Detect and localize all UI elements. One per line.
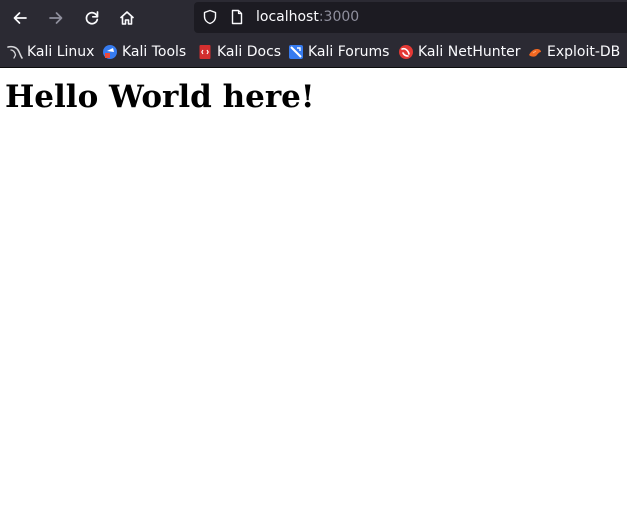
url-text[interactable]: localhost:3000 bbox=[256, 8, 359, 26]
bookmark-kali-linux[interactable]: Kali Linux bbox=[7, 42, 94, 62]
reload-icon bbox=[85, 11, 99, 25]
forward-button[interactable] bbox=[43, 5, 69, 31]
bookmark-label: Kali Linux bbox=[27, 44, 95, 60]
arrow-left-icon bbox=[13, 12, 27, 24]
exploit-db-icon bbox=[527, 44, 543, 60]
bookmark-label: Exploit-DB bbox=[547, 44, 621, 60]
bookmark-kali-docs[interactable]: Kali Docs bbox=[197, 42, 281, 62]
bookmark-kali-forums[interactable]: Kali Forums bbox=[288, 42, 389, 62]
kali-docs-icon bbox=[197, 44, 213, 60]
kali-nethunter-icon bbox=[398, 44, 414, 60]
url-bar[interactable]: localhost:3000 bbox=[194, 2, 627, 33]
bookmark-kali-nethunter[interactable]: Kali NetHunter bbox=[398, 42, 520, 62]
reload-button[interactable] bbox=[79, 5, 105, 31]
home-button[interactable] bbox=[114, 5, 140, 31]
back-button[interactable] bbox=[7, 5, 33, 31]
document-icon[interactable] bbox=[229, 9, 245, 25]
url-host: localhost bbox=[256, 9, 319, 25]
browser-window: localhost:3000 Kali Linux Kali Tools Kal… bbox=[0, 0, 627, 517]
shield-icon[interactable] bbox=[202, 9, 218, 25]
url-port: :3000 bbox=[318, 9, 360, 25]
kali-dragon-icon bbox=[7, 44, 23, 60]
kali-forums-icon bbox=[288, 44, 304, 60]
bookmark-exploit-db[interactable]: Exploit-DB bbox=[527, 42, 620, 62]
kali-tools-icon bbox=[102, 44, 118, 60]
home-icon bbox=[120, 11, 134, 25]
bookmark-label: Kali Docs bbox=[217, 44, 282, 60]
bookmark-kali-tools[interactable]: Kali Tools bbox=[102, 42, 186, 62]
page-heading: Hello World here! bbox=[5, 79, 315, 115]
bookmark-label: Kali NetHunter bbox=[418, 44, 521, 60]
bookmark-label: Kali Forums bbox=[308, 44, 390, 60]
arrow-right-icon bbox=[49, 12, 63, 24]
page-content: Hello World here! bbox=[0, 68, 627, 517]
bookmarks-toolbar: Kali Linux Kali Tools Kali Docs Kali For… bbox=[0, 36, 627, 68]
navigation-toolbar: localhost:3000 bbox=[0, 0, 627, 36]
bookmark-label: Kali Tools bbox=[122, 44, 187, 60]
